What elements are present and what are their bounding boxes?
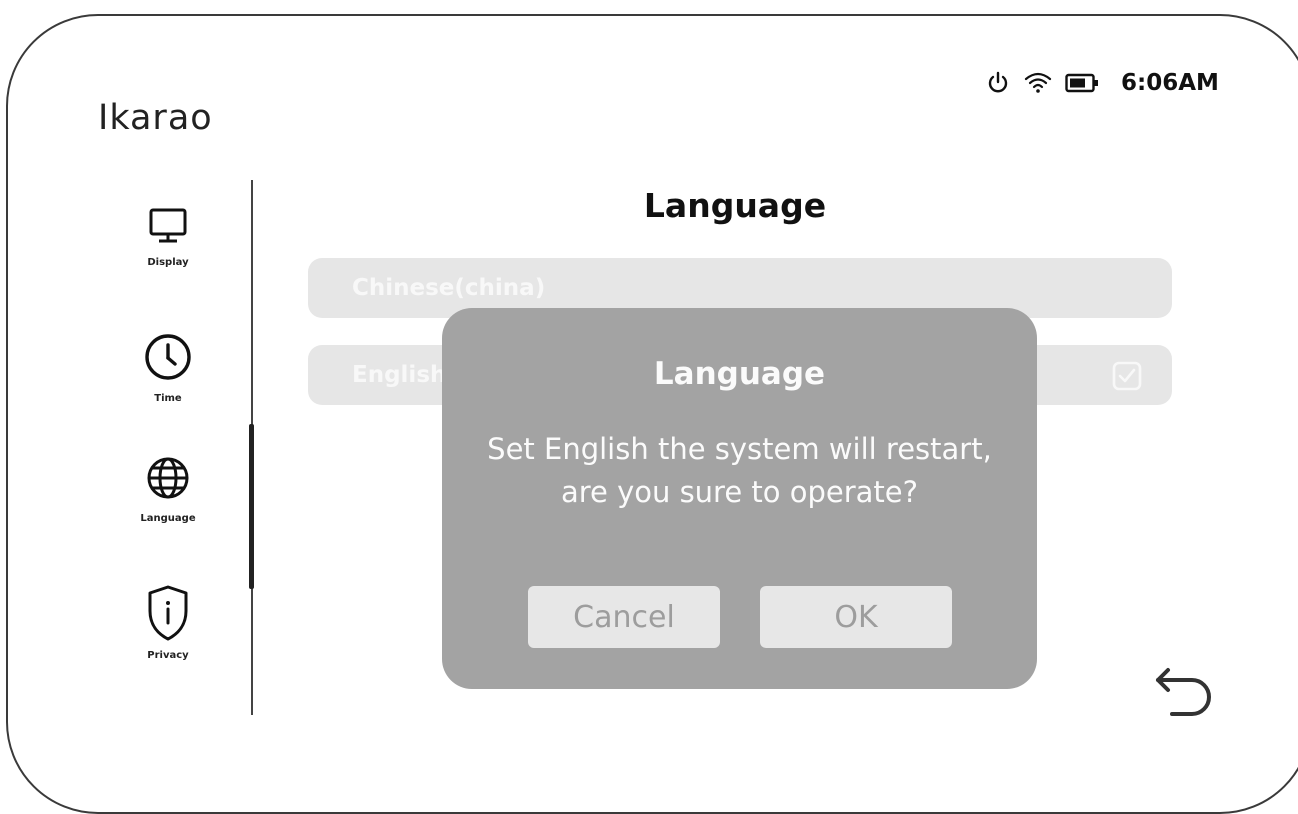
sidebar-scrollbar[interactable] — [249, 424, 254, 589]
power-icon[interactable] — [985, 70, 1011, 96]
brand-logo: Ikarao — [98, 98, 213, 138]
wifi-icon — [1023, 70, 1053, 96]
sidebar-item-label: Language — [140, 513, 196, 524]
confirm-dialog: Language Set English the system will res… — [442, 308, 1037, 689]
sidebar-item-display[interactable]: Display — [118, 206, 218, 268]
ok-button[interactable]: OK — [760, 586, 952, 648]
shield-info-icon — [145, 583, 191, 647]
checkbox-checked-icon — [1112, 361, 1142, 397]
sidebar-item-label: Display — [147, 257, 189, 268]
language-option-label: Chinese(china) — [352, 275, 546, 301]
battery-icon — [1065, 72, 1099, 94]
language-option-label: English — [352, 362, 447, 388]
sidebar-item-label: Privacy — [147, 650, 189, 661]
monitor-icon — [148, 206, 188, 254]
dialog-title: Language — [653, 356, 826, 392]
sidebar-item-time[interactable]: Time — [118, 330, 218, 404]
back-button[interactable] — [1152, 666, 1218, 722]
clock-icon — [143, 330, 193, 390]
sidebar-item-privacy[interactable]: Privacy — [118, 583, 218, 661]
dialog-message: Set English the system will restart, are… — [487, 432, 992, 509]
sidebar-item-label: Time — [154, 393, 182, 404]
globe-icon — [145, 454, 191, 510]
back-arrow-icon — [1152, 668, 1218, 722]
cancel-button[interactable]: Cancel — [528, 586, 720, 648]
page-title: Language — [643, 186, 827, 225]
status-bar: 6:06AM — [985, 66, 1219, 100]
sidebar-item-language[interactable]: Language — [118, 454, 218, 524]
status-clock: 6:06AM — [1121, 70, 1219, 96]
